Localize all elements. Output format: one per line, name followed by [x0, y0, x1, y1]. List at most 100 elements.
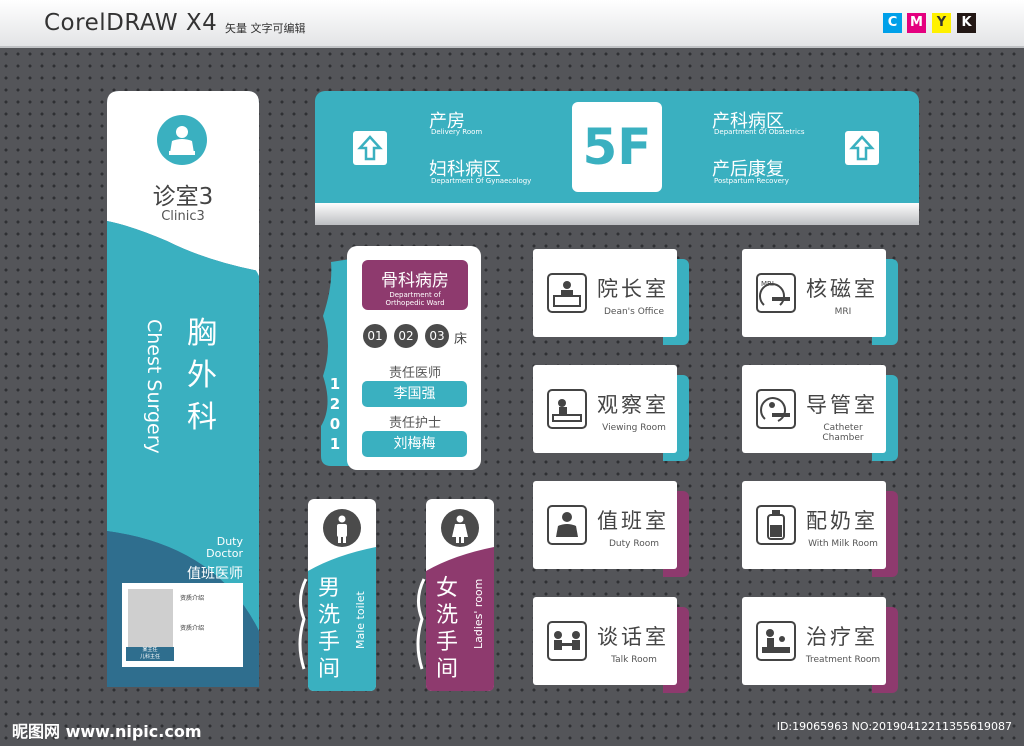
- female-toilet-cn: 女 洗 手 间: [436, 575, 464, 683]
- room-name: 院长室: [597, 277, 669, 301]
- dir-item-3-en: Department Of Obstetrics: [714, 128, 805, 136]
- ward-sign: 1 2 0 1 骨科病房 Department of Orthopedic Wa…: [317, 246, 483, 470]
- male-char-3: 手: [318, 630, 341, 655]
- room-card: 观察室 Viewing Room: [533, 365, 677, 453]
- room-sign-treatment: 治疗室 Treatment Room: [742, 597, 898, 693]
- bed-label: 床: [454, 332, 468, 347]
- room-number: 1 2 0 1: [327, 374, 343, 454]
- room-name: 治疗室: [806, 625, 878, 649]
- room-sign-viewing: 观察室 Viewing Room: [533, 365, 689, 461]
- dir-item-2-en: Department Of Gynaecology: [431, 177, 532, 185]
- dir-item-1-en: Delivery Room: [431, 128, 483, 136]
- catheter-icon: [756, 389, 796, 429]
- doctor-card: 资质介绍 资质介绍 某主任 儿科主任: [122, 583, 243, 667]
- room-card: 导管室 Catheter Chamber: [742, 365, 886, 453]
- room-card: 值班室 Duty Room: [533, 481, 677, 569]
- room-card: 谈话室 Talk Room: [533, 597, 677, 685]
- app-title: CorelDRAW X4: [44, 10, 218, 36]
- female-toilet-sign: 女 洗 手 间 Ladies' room: [414, 499, 496, 691]
- room-name: 谈话室: [597, 625, 669, 649]
- dept-name: 胸外科: [187, 316, 217, 435]
- room-sign-talk: 谈话室 Talk Room: [533, 597, 689, 693]
- app-subtitle: 矢量 文字可编辑: [225, 22, 306, 35]
- dir-item-4-en: Postpartum Recovery: [714, 177, 789, 185]
- badge-2: 儿科主任: [139, 654, 160, 660]
- room-name: 值班室: [597, 509, 669, 533]
- info-2: 资质介绍: [180, 625, 205, 632]
- title-bar: CorelDRAW X4 矢量 文字可编辑 C M Y K: [0, 0, 1024, 48]
- female-char-3: 手: [436, 630, 459, 655]
- male-char-2: 洗: [318, 603, 341, 628]
- room-name-en: Catheter Chamber: [822, 423, 864, 443]
- floor-sign: 产房 Delivery Room 妇科病区 Department Of Gyna…: [315, 91, 919, 225]
- bottle-icon: [756, 505, 796, 545]
- clinic-sign: 诊室3 Clinic3 胸外科 Chest Surgery Duty Docto…: [107, 91, 259, 687]
- ward-title-en-1: Department of: [389, 291, 441, 299]
- female-char-1: 女: [436, 576, 459, 601]
- badge-1: 某主任: [142, 647, 158, 653]
- room-digit-1: 1: [329, 375, 341, 393]
- duty-en-2: Doctor: [206, 547, 243, 560]
- ward-title-en-2: Orthopedic Ward: [385, 299, 445, 307]
- cmyk-k: K: [957, 13, 976, 33]
- room-digit-4: 1: [329, 435, 341, 453]
- room-name: 观察室: [597, 393, 669, 417]
- room-name-en: Talk Room: [611, 655, 657, 665]
- nurse-name: 刘梅梅: [362, 431, 467, 457]
- doctor-photo: [128, 589, 173, 647]
- info-1: 资质介绍: [180, 595, 205, 602]
- room-name-en: MRI: [834, 307, 852, 317]
- female-icon: [441, 509, 479, 547]
- ward-title-box: 骨科病房 Department of Orthopedic Ward: [362, 260, 468, 310]
- staff-icon: [547, 505, 587, 545]
- male-char-4: 间: [318, 657, 341, 682]
- bed-3: 03: [425, 324, 449, 348]
- male-icon: [323, 509, 361, 547]
- male-toilet-cn: 男 洗 手 间: [318, 575, 346, 683]
- female-toilet-en: Ladies' room: [472, 578, 485, 649]
- room-name-en: With Milk Room: [808, 539, 878, 549]
- bed-1: 01: [363, 324, 387, 348]
- room-name: 核磁室: [806, 277, 878, 301]
- duty-cn: 值班医师: [187, 566, 243, 582]
- doctor-badge: 某主任 儿科主任: [126, 647, 174, 661]
- ward-title: 骨科病房: [381, 271, 449, 291]
- room-card: 院长室 Dean's Office: [533, 249, 677, 337]
- dept-name-en: Chest Surgery: [143, 319, 165, 454]
- room-digit-3: 0: [329, 415, 341, 433]
- watermark-left: 昵图网 www.nipic.com: [12, 722, 202, 741]
- floor-number: 5F: [572, 102, 662, 192]
- room-card: MRI 核磁室 MRI: [742, 249, 886, 337]
- mri-icon: MRI: [756, 273, 796, 313]
- room-digit-2: 2: [329, 395, 341, 413]
- doctor-name: 李国强: [362, 381, 467, 407]
- talk-icon: [547, 621, 587, 661]
- clinic-title-en: Clinic3: [161, 209, 205, 224]
- arrow-up-icon-right: [845, 131, 879, 165]
- cmyk-y: Y: [932, 13, 951, 33]
- male-char-1: 男: [318, 576, 341, 601]
- treatment-icon: [756, 621, 796, 661]
- room-sign-duty: 值班室 Duty Room: [533, 481, 689, 577]
- cmyk-m: M: [907, 13, 926, 33]
- bed-2: 02: [394, 324, 418, 348]
- doctor-icon: [157, 115, 207, 165]
- room-card: 配奶室 With Milk Room: [742, 481, 886, 569]
- room-name: 配奶室: [806, 509, 878, 533]
- nurse-label: 责任护士: [388, 416, 441, 431]
- room-name: 导管室: [806, 393, 878, 417]
- room-card: 治疗室 Treatment Room: [742, 597, 886, 685]
- desk-icon: [547, 273, 587, 313]
- male-toilet-sign: 男 洗 手 间 Male toilet: [296, 499, 378, 691]
- clinic-title: 诊室3: [152, 184, 214, 210]
- female-char-2: 洗: [436, 603, 459, 628]
- room-name-en: Treatment Room: [805, 655, 881, 665]
- room-name-en: Dean's Office: [604, 307, 664, 317]
- bed-icon: [547, 389, 587, 429]
- watermark-right: ID:19065963 NO:20190412211355619087: [776, 720, 1012, 733]
- room-sign-mri: MRI 核磁室 MRI: [742, 249, 898, 345]
- room-sign-catheter: 导管室 Catheter Chamber: [742, 365, 898, 461]
- room-sign-milk: 配奶室 With Milk Room: [742, 481, 898, 577]
- room-name-en: Viewing Room: [602, 423, 666, 433]
- room-name-en: Duty Room: [609, 539, 659, 549]
